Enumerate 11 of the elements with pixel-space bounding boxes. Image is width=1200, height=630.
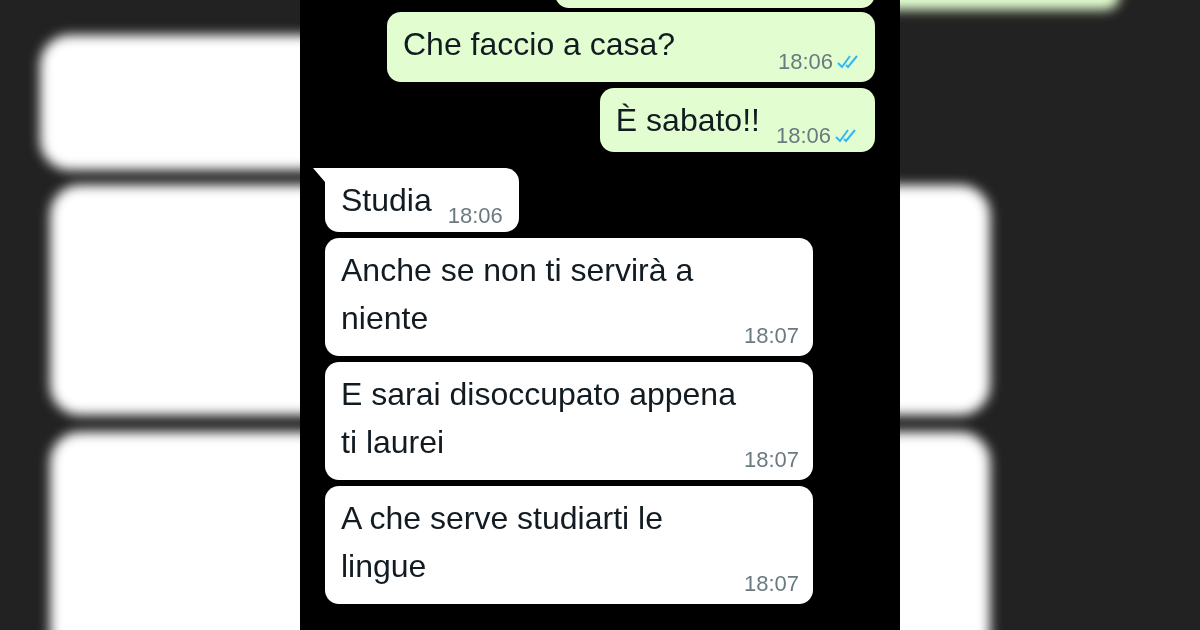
- message-time: 18:06: [447, 202, 503, 230]
- message-text: Anche se non ti servirà a niente: [341, 251, 695, 338]
- message-time: 18:07: [743, 446, 799, 474]
- message-time: 18:07: [743, 570, 799, 598]
- message-text: A che serve studiarti le lingue: [341, 499, 664, 586]
- message-time: 18:07: [743, 322, 799, 350]
- message-time: 18:06: [775, 122, 831, 150]
- message-text: È sabato!!: [615, 101, 760, 140]
- message-text: Studia: [341, 181, 432, 220]
- message-text: E sarai disoccupato appena ti laurei: [341, 375, 737, 462]
- message-time: 18:06: [777, 48, 833, 76]
